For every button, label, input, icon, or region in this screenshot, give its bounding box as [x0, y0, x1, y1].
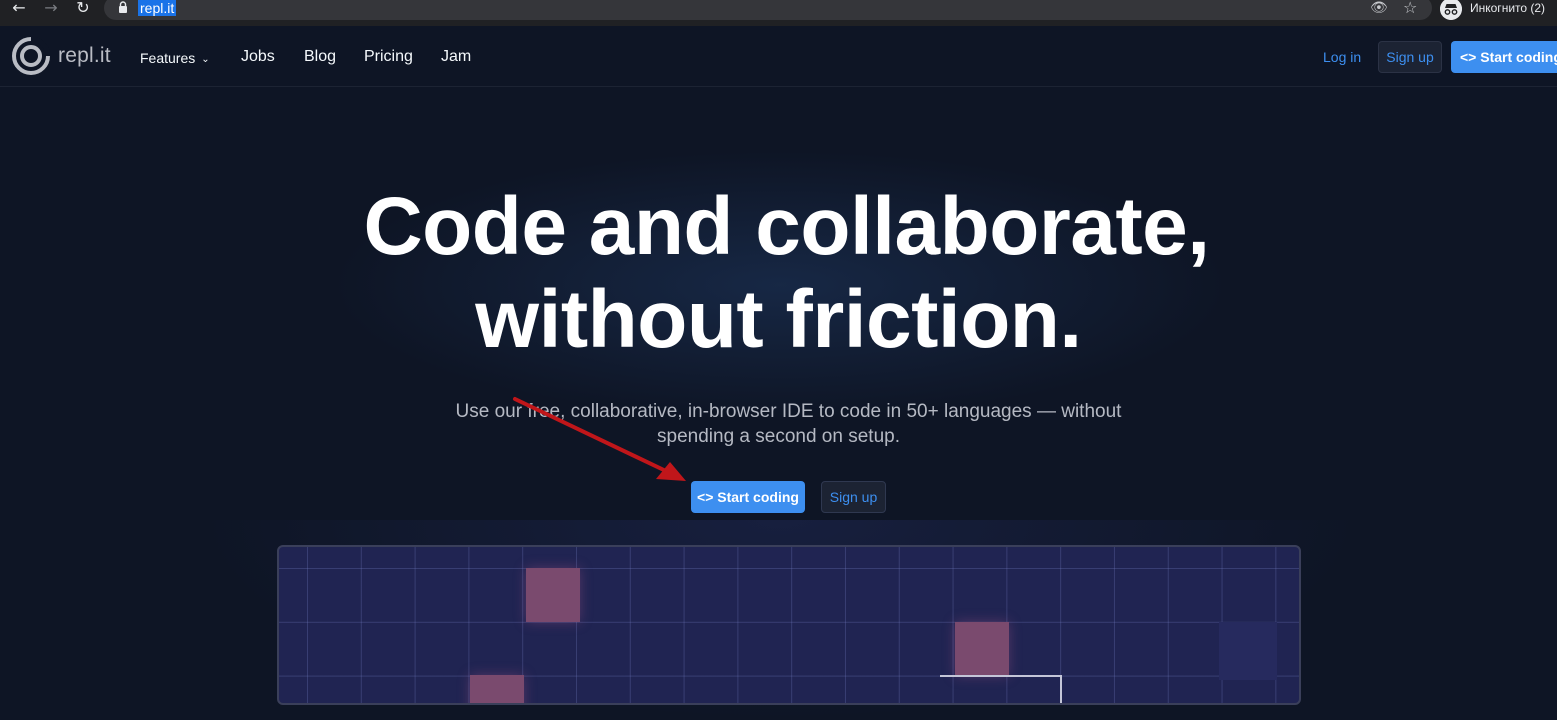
hero-subtitle-line1: Use our free, collaborative, in-browser …: [455, 401, 1122, 422]
hero-title-line2: without friction.: [475, 274, 1082, 365]
login-link[interactable]: Log in: [1323, 48, 1361, 66]
nav-jam[interactable]: Jam: [441, 48, 471, 66]
eye-slash-icon[interactable]: 👁: [1370, 0, 1388, 16]
hero-start-coding-button[interactable]: <> Start coding: [691, 481, 805, 513]
reload-icon[interactable]: ↻: [72, 0, 94, 18]
profile-label[interactable]: Инкогнито (2): [1470, 1, 1545, 15]
incognito-icon[interactable]: [1440, 0, 1462, 20]
header-start-coding-button[interactable]: <> Start coding: [1451, 41, 1557, 73]
nav-features-label: Features: [140, 50, 196, 66]
back-icon[interactable]: ←: [8, 0, 30, 18]
logo-text[interactable]: repl.it: [58, 44, 111, 68]
replit-logo-icon[interactable]: [12, 37, 50, 75]
preview-connector-line: [1060, 675, 1062, 703]
nav-jobs[interactable]: Jobs: [241, 48, 275, 66]
header-signup-button[interactable]: Sign up: [1378, 41, 1442, 73]
address-bar[interactable]: [104, 0, 1432, 20]
preview-tile: [955, 622, 1009, 676]
browser-toolbar: ← → ↻ repl.it 👁 ☆ Инкогнито (2): [0, 0, 1557, 26]
nav-pricing[interactable]: Pricing: [364, 48, 413, 66]
preview-tile: [1219, 622, 1277, 680]
hero-signup-button[interactable]: Sign up: [821, 481, 886, 513]
hero-title-line1: Code and collaborate,: [363, 181, 1210, 272]
star-icon[interactable]: ☆: [1403, 0, 1417, 17]
preview-tile: [526, 568, 580, 622]
ide-preview-panel: [277, 545, 1301, 705]
nav-blog[interactable]: Blog: [304, 48, 336, 66]
chevron-down-icon: ⌄: [201, 54, 210, 65]
forward-icon[interactable]: →: [40, 0, 62, 18]
hero-subtitle-line2: spending a second on setup.: [657, 426, 900, 447]
preview-tile: [470, 675, 524, 703]
url-text[interactable]: repl.it: [138, 0, 177, 16]
preview-connector-line: [940, 675, 1062, 677]
lock-icon: [119, 1, 127, 13]
nav-features[interactable]: Features ⌄: [140, 49, 210, 69]
site-header: repl.it Features ⌄ Jobs Blog Pricing Jam …: [0, 27, 1557, 87]
